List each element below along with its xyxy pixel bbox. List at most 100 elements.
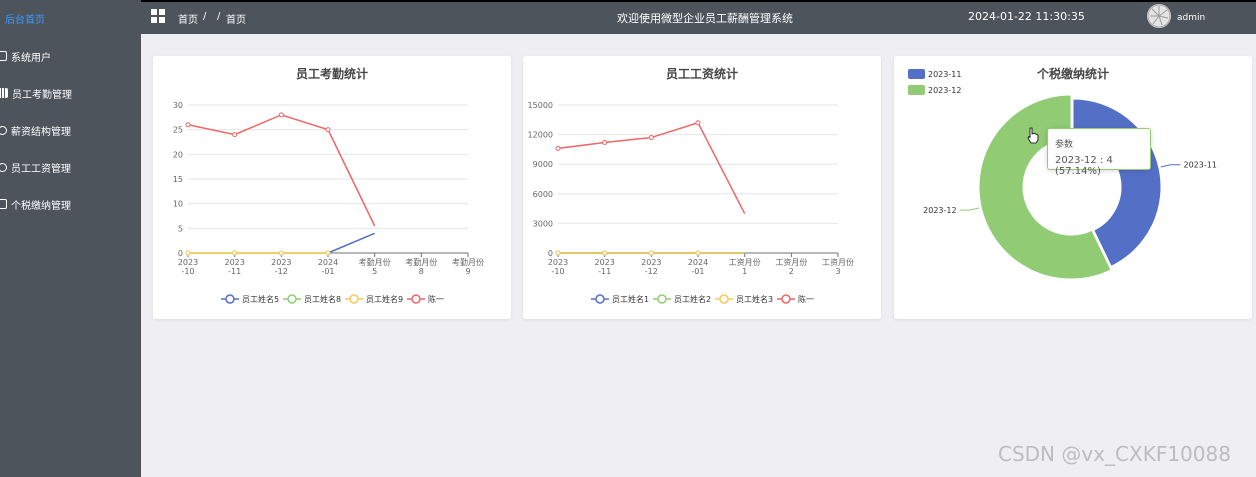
x-tick-label: 2023 — [224, 258, 244, 267]
tooltip-text: 2023-12 : 4 (57.14%) — [1055, 155, 1113, 177]
tax-chart-card: 个税缴纳统计 2023-11 2023-11 2023-12 2023-12 — [894, 56, 1252, 319]
y-tick-label: 5 — [178, 224, 183, 233]
sidebar-item-salary[interactable]: 员工工资管理 — [0, 158, 71, 176]
legend-label: 员工姓名8 — [304, 294, 341, 304]
data-point — [232, 250, 238, 256]
data-point — [648, 250, 654, 256]
data-point — [325, 250, 331, 256]
x-tick-label: -10 — [181, 267, 194, 276]
legend-marker — [781, 294, 791, 304]
x-tick-label: 1 — [742, 267, 747, 276]
y-tick-label: 0 — [548, 249, 553, 258]
x-tick-label: 2023 — [641, 258, 661, 267]
y-tick-label: 3000 — [533, 219, 553, 228]
legend-marker — [595, 294, 605, 304]
y-tick-label: 0 — [178, 249, 183, 258]
sidebar-item-label: 员工工资管理 — [11, 163, 71, 175]
sidebar: 后台首页 系统用户 员工考勤管理 薪资结构管理 员工工资管理 个税缴纳管理 — [0, 0, 141, 477]
datetime: 2024-01-22 11:30:35 — [968, 10, 1085, 23]
legend-label: 员工姓名5 — [242, 294, 279, 304]
breadcrumb-home[interactable]: 首页 — [178, 11, 198, 26]
x-tick-label: 2023 — [271, 258, 291, 267]
data-point — [278, 250, 284, 256]
sidebar-item-dashboard[interactable]: 后台首页 — [0, 9, 45, 27]
x-tick-label: 2023 — [178, 258, 198, 267]
legend-label: 员工姓名9 — [366, 294, 403, 304]
watermark: CSDN @vx_CXKF10088 — [998, 442, 1231, 466]
sidebar-item-tax[interactable]: 个税缴纳管理 — [0, 195, 71, 213]
breadcrumb-separator: / — [203, 11, 207, 22]
x-tick-label: 3 — [835, 267, 840, 276]
chart-icon — [0, 88, 8, 98]
check-icon — [0, 162, 7, 172]
x-tick-label: 工资月份 — [775, 257, 807, 267]
document-icon — [0, 199, 7, 209]
avatar-icon — [1147, 4, 1171, 28]
salary-chart: 员工工资统计030006000900012000150002023-102023… — [528, 66, 854, 304]
menu-grid-icon[interactable] — [151, 9, 165, 23]
avatar[interactable] — [1147, 4, 1171, 28]
y-tick-label: 12000 — [528, 131, 553, 140]
y-tick-label: 30 — [173, 101, 183, 110]
legend-label: 员工姓名3 — [736, 294, 773, 304]
data-point — [555, 250, 561, 256]
data-point — [695, 120, 701, 126]
legend-label: 员工姓名2 — [674, 294, 711, 304]
y-tick-label: 10 — [173, 200, 183, 209]
legend-marker — [657, 294, 667, 304]
data-point — [555, 145, 561, 151]
data-point — [695, 250, 701, 256]
x-tick-label: 工资月份 — [822, 257, 854, 267]
x-tick-label: 考勤月份 — [405, 257, 437, 267]
sidebar-item-users[interactable]: 系统用户 — [0, 47, 51, 65]
data-point — [325, 127, 331, 133]
attendance-chart-card: 员工考勤统计 0 5 10 15 20 25 30 2023 -10 2023 -11 2023 -12 2… — [153, 56, 511, 319]
legend-label: 2023-11 — [928, 70, 961, 79]
x-tick-label: 5 — [372, 267, 377, 276]
y-tick-label: 9000 — [533, 160, 553, 169]
label-leader — [959, 207, 980, 211]
chart-tooltip: 参数 2023-12 : 4 (57.14%) — [1047, 128, 1151, 177]
y-tick-label: 6000 — [533, 190, 553, 199]
sidebar-item-label: 系统用户 — [11, 52, 51, 64]
legend-swatch — [908, 69, 925, 79]
data-point — [648, 135, 654, 141]
legend-label: 2023-12 — [928, 86, 961, 95]
legend-label: 员工姓名1 — [612, 294, 649, 304]
chart-title: 员工工资统计 — [666, 66, 738, 81]
data-point — [232, 132, 238, 138]
tooltip-title: 参数 — [1055, 140, 1074, 150]
legend-marker — [287, 294, 297, 304]
sidebar-item-label: 员工考勤管理 — [12, 89, 72, 101]
legend-swatch — [908, 85, 925, 95]
x-tick-label: 工资月份 — [729, 257, 761, 267]
tax-chart: 个税缴纳统计 2023-11 2023-11 2023-12 2023-12 — [908, 66, 1217, 280]
x-tick-label: -12 — [645, 267, 658, 276]
x-tick-label: 考勤月份 — [452, 257, 484, 267]
legend-label: 陈一 — [798, 294, 814, 304]
username[interactable]: admin — [1177, 13, 1205, 23]
legend-marker — [349, 294, 359, 304]
y-tick-label: 20 — [173, 150, 183, 159]
legend-marker — [411, 294, 421, 304]
x-tick-label: 考勤月份 — [359, 257, 391, 267]
data-point — [602, 139, 608, 145]
sidebar-item-attendance[interactable]: 员工考勤管理 — [0, 84, 72, 102]
chart-title: 个税缴纳统计 — [1036, 66, 1109, 81]
sidebar-item-salary-structure[interactable]: 薪资结构管理 — [0, 121, 71, 139]
welcome-text: 欢迎使用微型企业员工薪酬管理系统 — [617, 12, 793, 25]
x-tick-label: 2023 — [548, 258, 568, 267]
data-point — [602, 250, 608, 256]
x-tick-label: 2023 — [594, 258, 614, 267]
series-line — [327, 232, 375, 254]
breadcrumb-separator: / — [217, 11, 221, 22]
legend-marker — [719, 294, 729, 304]
salary-chart-card: 员工工资统计 0 3000 6000 9000 12000 15000 2023 -10 2023… — [523, 56, 881, 319]
sidebar-item-label: 后台首页 — [5, 14, 45, 26]
top-bar: 首页 / / 首页 欢迎使用微型企业员工薪酬管理系统 2024-01-22 11… — [141, 0, 1256, 34]
y-tick-label: 15000 — [528, 101, 553, 110]
slice-label: 2023-12 — [923, 206, 956, 215]
hand-cursor-icon — [1027, 127, 1039, 144]
x-tick-label: 2 — [789, 267, 794, 276]
x-tick-label: -10 — [551, 267, 564, 276]
